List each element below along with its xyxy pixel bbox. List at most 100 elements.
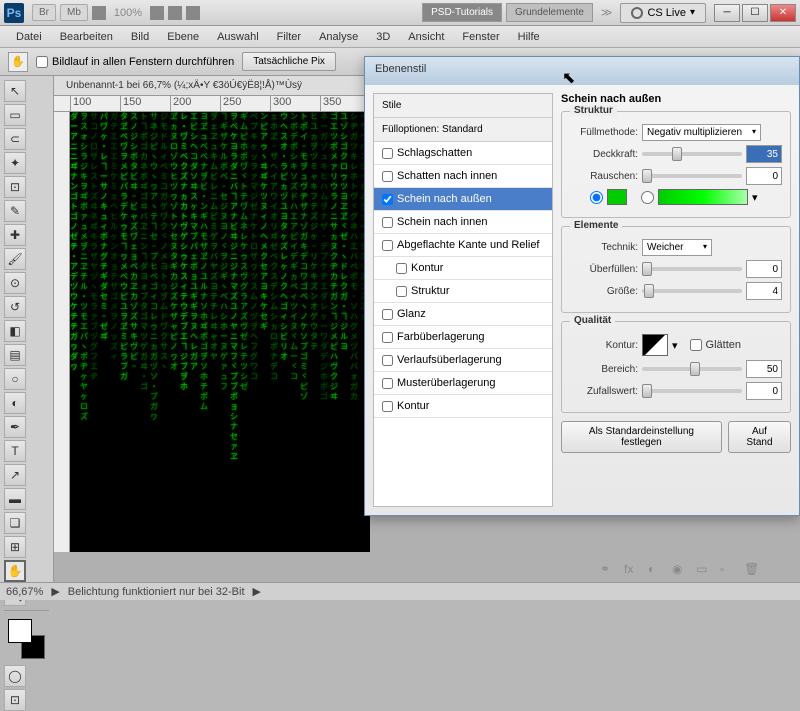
jitter-input[interactable] bbox=[746, 382, 782, 400]
style-option[interactable]: Verlaufsüberlagerung bbox=[374, 349, 552, 372]
foreground-color-swatch[interactable] bbox=[8, 619, 32, 643]
style-option[interactable]: Abgeflachte Kante und Relief bbox=[374, 234, 552, 257]
style-option[interactable]: Kontur bbox=[374, 257, 552, 280]
hand-tool-preset-icon[interactable]: ✋ bbox=[8, 52, 28, 72]
zoom-level[interactable]: 100% bbox=[114, 7, 142, 19]
menu-item[interactable]: Datei bbox=[8, 29, 50, 45]
trash-icon[interactable]: 🗑 bbox=[744, 562, 760, 578]
opacity-input[interactable] bbox=[746, 145, 782, 163]
contour-dropdown-icon[interactable]: ▾ bbox=[672, 339, 678, 352]
brush-tool-icon[interactable]: 🖌 bbox=[4, 248, 26, 270]
blend-options-header[interactable]: Füllopt­ionen: Standard bbox=[374, 118, 552, 142]
blend-mode-select[interactable]: Negativ multiplizieren bbox=[642, 124, 761, 141]
gradient-dropdown-icon[interactable]: ▾ bbox=[752, 191, 758, 204]
solid-color-radio[interactable] bbox=[590, 191, 603, 204]
workspace-more-icon[interactable]: ≫ bbox=[597, 6, 617, 19]
pen-tool-icon[interactable]: ✒ bbox=[4, 416, 26, 438]
minibridge-button[interactable]: Mb bbox=[60, 4, 88, 21]
stamp-tool-icon[interactable]: ⊙ bbox=[4, 272, 26, 294]
reset-default-button[interactable]: Auf Stand bbox=[728, 421, 791, 453]
style-option[interactable]: Farbüberlagerung bbox=[374, 326, 552, 349]
menu-item[interactable]: Fenster bbox=[454, 29, 507, 45]
history-brush-icon[interactable]: ↺ bbox=[4, 296, 26, 318]
maximize-button[interactable]: ☐ bbox=[742, 4, 768, 22]
blur-tool-icon[interactable]: ○ bbox=[4, 368, 26, 390]
glow-color-swatch[interactable] bbox=[607, 189, 627, 205]
styles-header[interactable]: Stile bbox=[374, 94, 552, 118]
close-button[interactable]: ✕ bbox=[770, 4, 796, 22]
dodge-tool-icon[interactable]: ◐ bbox=[4, 392, 26, 414]
menu-item[interactable]: Filter bbox=[269, 29, 309, 45]
menu-item[interactable]: Analyse bbox=[311, 29, 366, 45]
noise-slider[interactable] bbox=[642, 174, 742, 178]
actual-pixels-button[interactable]: Tatsächliche Pix bbox=[242, 52, 336, 71]
spread-slider[interactable] bbox=[642, 267, 742, 271]
style-option[interactable]: Kontur bbox=[374, 395, 552, 418]
range-slider[interactable] bbox=[642, 367, 742, 371]
folder-icon[interactable]: ▭ bbox=[696, 562, 712, 578]
eyedropper-tool-icon[interactable]: ✎ bbox=[4, 200, 26, 222]
minimize-button[interactable]: ─ bbox=[714, 4, 740, 22]
bridge-button[interactable]: Br bbox=[32, 4, 56, 21]
opacity-slider[interactable] bbox=[642, 152, 742, 156]
style-option[interactable]: Schein nach außen bbox=[374, 188, 552, 211]
antialias-checkbox[interactable]: Glätten bbox=[690, 339, 758, 351]
screenmode-icon[interactable]: ⊡ bbox=[4, 689, 26, 711]
move-tool-icon[interactable]: ↖ bbox=[4, 80, 26, 102]
cslive-button[interactable]: CS Live ▾ bbox=[620, 3, 706, 23]
wand-tool-icon[interactable]: ✦ bbox=[4, 152, 26, 174]
arrange-icon[interactable] bbox=[186, 6, 200, 20]
style-option[interactable]: Struktur bbox=[374, 280, 552, 303]
extras-icon[interactable] bbox=[168, 6, 182, 20]
link-icon[interactable]: ⚭ bbox=[600, 562, 616, 578]
menu-item[interactable]: Hilfe bbox=[510, 29, 548, 45]
color-swatches[interactable] bbox=[8, 619, 45, 659]
type-tool-icon[interactable]: T bbox=[4, 440, 26, 462]
size-input[interactable] bbox=[746, 282, 782, 300]
layout-icon[interactable] bbox=[92, 6, 106, 20]
3d-tool-icon[interactable]: ❏ bbox=[4, 512, 26, 534]
document-canvas[interactable]: ダ ー ア ニ ニ ヸ ナ ン ゴ ト ゴ ノ ゼ チ ・ ア デ ヅ ウ ケ … bbox=[70, 112, 370, 552]
camera-tool-icon[interactable]: ⊞ bbox=[4, 536, 26, 558]
style-option[interactable]: Musterüberlagerung bbox=[374, 372, 552, 395]
glow-gradient-picker[interactable] bbox=[658, 189, 748, 205]
make-default-button[interactable]: Als Standardeinstellung festlegen bbox=[561, 421, 722, 453]
style-option[interactable]: Schatten nach innen bbox=[374, 165, 552, 188]
menu-item[interactable]: Auswahl bbox=[209, 29, 267, 45]
spread-input[interactable] bbox=[746, 260, 782, 278]
style-option[interactable]: Glanz bbox=[374, 303, 552, 326]
menu-item[interactable]: 3D bbox=[368, 29, 398, 45]
range-input[interactable] bbox=[746, 360, 782, 378]
adjust-icon[interactable]: ◉ bbox=[672, 562, 688, 578]
menu-item[interactable]: Ansicht bbox=[400, 29, 452, 45]
lasso-tool-icon[interactable]: ⊂ bbox=[4, 128, 26, 150]
eraser-tool-icon[interactable]: ◧ bbox=[4, 320, 26, 342]
workspace-tab-essentials[interactable]: Grundelemente bbox=[506, 3, 593, 22]
menu-item[interactable]: Ebene bbox=[159, 29, 207, 45]
gradient-radio[interactable] bbox=[641, 191, 654, 204]
mask-icon[interactable]: ◐ bbox=[648, 562, 664, 578]
menu-item[interactable]: Bild bbox=[123, 29, 157, 45]
shape-tool-icon[interactable]: ▬ bbox=[4, 488, 26, 510]
fx-icon[interactable]: fx bbox=[624, 562, 640, 578]
style-option[interactable]: Schein nach innen bbox=[374, 211, 552, 234]
quickmask-icon[interactable]: ◯ bbox=[4, 665, 26, 687]
new-icon[interactable]: ▫ bbox=[720, 562, 736, 578]
dialog-title[interactable]: Ebenenstil bbox=[365, 57, 799, 85]
crop-tool-icon[interactable]: ⊡ bbox=[4, 176, 26, 198]
contour-picker[interactable] bbox=[642, 334, 668, 356]
path-tool-icon[interactable]: ↗ bbox=[4, 464, 26, 486]
heal-tool-icon[interactable]: ✚ bbox=[4, 224, 26, 246]
marquee-tool-icon[interactable]: ▭ bbox=[4, 104, 26, 126]
jitter-slider[interactable] bbox=[642, 389, 742, 393]
gradient-tool-icon[interactable]: ▤ bbox=[4, 344, 26, 366]
status-zoom[interactable]: 66,67% bbox=[6, 586, 43, 598]
technique-select[interactable]: Weicher bbox=[642, 239, 712, 256]
style-option[interactable]: Schlagschatten bbox=[374, 142, 552, 165]
scroll-all-checkbox[interactable]: Bildlauf in allen Fenstern durchführen bbox=[36, 56, 234, 68]
workspace-tab-tutorials[interactable]: PSD-Tutorials bbox=[422, 3, 502, 22]
hand-tool-icon[interactable]: ✋ bbox=[4, 560, 26, 582]
screen-mode-icon[interactable] bbox=[150, 6, 164, 20]
size-slider[interactable] bbox=[642, 289, 742, 293]
menu-item[interactable]: Bearbeiten bbox=[52, 29, 121, 45]
